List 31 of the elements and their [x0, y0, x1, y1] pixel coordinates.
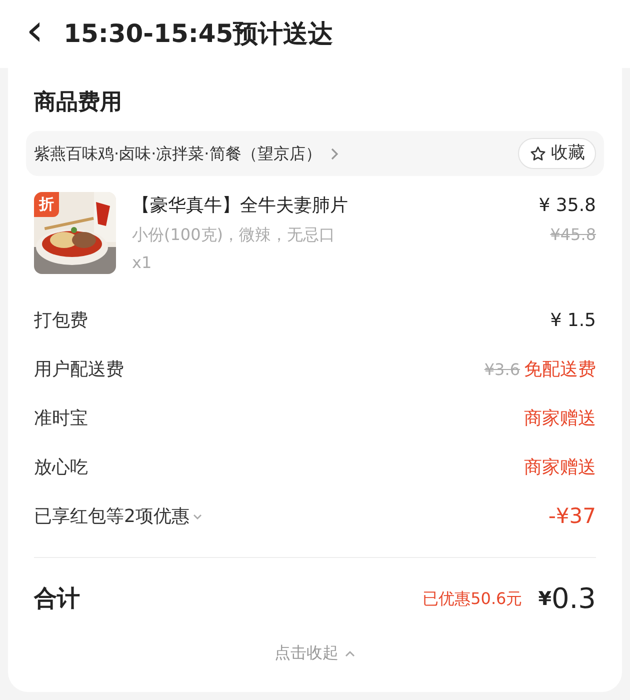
- star-icon: [529, 144, 547, 162]
- fee-label[interactable]: 已享红包等2项优惠: [34, 503, 190, 530]
- fee-label: 准时宝: [34, 407, 88, 431]
- store-name: 紫燕百味鸡·卤味·凉拌菜·简餐（望京店）: [34, 142, 322, 164]
- caret-up-icon: [344, 650, 356, 658]
- delivery-time-title: 15:30-15:45预计送达: [64, 18, 334, 50]
- savings-text: 已优惠50.6元: [422, 588, 522, 610]
- store-bar[interactable]: 紫燕百味鸡·卤味·凉拌菜·简餐（望京店） 收藏: [26, 131, 604, 176]
- item-name: 【豪华真牛】全牛夫妻肺片: [132, 194, 349, 218]
- fee-value: 免配送费: [524, 358, 596, 382]
- fee-label: 打包费: [34, 309, 88, 333]
- fee-value: 商家赠送: [524, 456, 596, 480]
- fee-value: 商家赠送: [524, 407, 596, 431]
- chevron-icon: [329, 146, 340, 160]
- total-amount: 0.3: [551, 581, 596, 617]
- original-fee: ¥3.6: [484, 358, 520, 380]
- fee-label: 用户配送费: [34, 358, 124, 382]
- favorite-button[interactable]: 收藏: [518, 138, 596, 170]
- back-button[interactable]: ‹: [26, 9, 64, 59]
- fee-value: -¥37: [548, 502, 596, 530]
- fee-value: ¥ 1.5: [550, 309, 596, 333]
- section-title: 商品费用: [33, 89, 123, 117]
- total-label: 合计: [34, 584, 80, 614]
- item-quantity: x1: [132, 252, 153, 274]
- currency-symbol: ¥: [538, 586, 552, 612]
- item-price: ¥ 35.8: [538, 194, 596, 218]
- caret-icon: [192, 512, 204, 520]
- item-spec: 小份(100克)，微辣，无忌口: [132, 224, 336, 246]
- fee-label: 放心吃: [34, 456, 88, 480]
- discount-badge: 折: [34, 192, 59, 216]
- original-price: ¥45.8: [550, 224, 596, 246]
